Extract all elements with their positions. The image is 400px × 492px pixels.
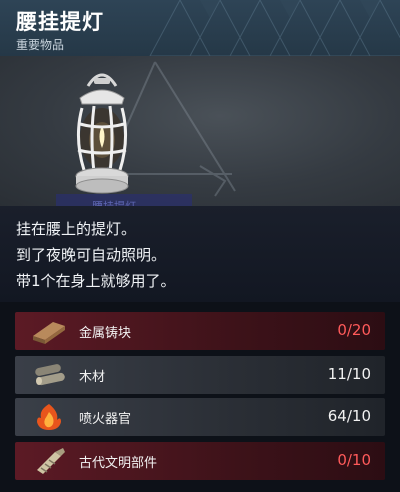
material-count: 11/10 <box>327 365 371 383</box>
material-name: 古代文明部件 <box>79 456 158 471</box>
material-row-metal-ingot[interactable]: 金属铸块 0/20 <box>15 312 385 350</box>
material-name: 喷火器官 <box>79 412 132 427</box>
item-title: 腰挂提灯 <box>16 10 104 34</box>
item-category: 重要物品 <box>16 38 65 52</box>
lantern-icon <box>75 73 129 194</box>
item-detail-panel: 腰挂提灯 重要物品 腰挂提灯 <box>0 0 400 492</box>
flame-organ-icon <box>37 404 61 430</box>
metal-ingot-icon <box>33 322 65 344</box>
item-preview: 腰挂提灯 <box>0 56 400 206</box>
material-count: 0/10 <box>337 451 371 469</box>
description-line: 带1个在身上就够用了。 <box>16 272 176 290</box>
ghost-triangle-outline <box>56 61 236 206</box>
item-header: 腰挂提灯 重要物品 <box>0 0 400 56</box>
wood-icon <box>35 364 65 386</box>
description-line: 到了夜晚可自动照明。 <box>16 246 167 264</box>
material-count: 0/20 <box>337 321 371 339</box>
item-description: 挂在腰上的提灯。 到了夜晚可自动照明。 带1个在身上就够用了。 <box>0 206 400 302</box>
material-row-flame-organ[interactable]: 喷火器官 64/10 <box>15 398 385 436</box>
ghost-label: 腰挂提灯 <box>92 198 136 206</box>
material-row-wood[interactable]: 木材 11/10 <box>15 356 385 394</box>
material-name: 金属铸块 <box>79 326 132 341</box>
material-row-ancient-part[interactable]: 古代文明部件 0/10 <box>15 442 385 480</box>
material-name: 木材 <box>79 370 106 385</box>
ancient-part-icon <box>37 448 65 474</box>
material-count: 64/10 <box>327 407 371 425</box>
description-line: 挂在腰上的提灯。 <box>16 220 137 238</box>
